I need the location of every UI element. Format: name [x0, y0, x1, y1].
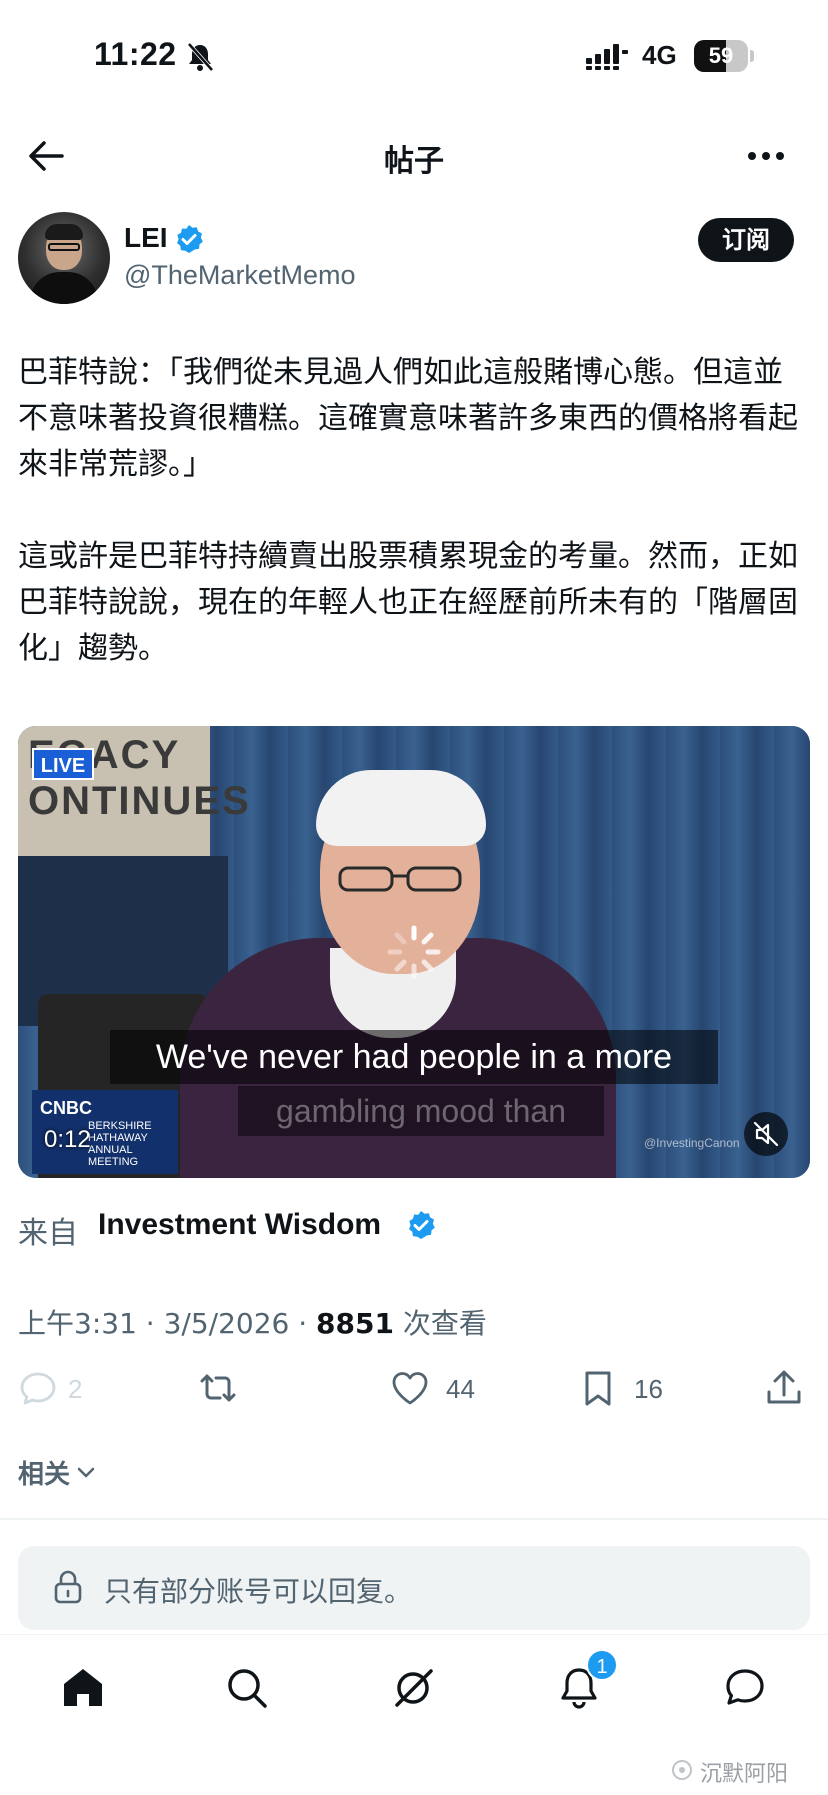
speaker-hair: [316, 770, 486, 846]
status-bar: 11:22 4G 59: [0, 0, 828, 110]
reply-restriction-text: 只有部分账号可以回复。: [104, 1575, 413, 1608]
grok-icon: [395, 1669, 433, 1707]
lock-icon: [54, 1570, 82, 1604]
tab-messages[interactable]: [720, 1663, 770, 1713]
view-suffix: 次查看: [393, 1307, 487, 1340]
live-badge: LIVE: [32, 748, 94, 780]
view-count: 8851: [316, 1307, 394, 1340]
mute-button[interactable]: [744, 1112, 788, 1156]
bookmark-button[interactable]: 16: [578, 1368, 678, 1412]
verified-badge-icon: [409, 1211, 435, 1239]
network-type: 4G: [642, 40, 677, 70]
video-caption: We've never had people in a more: [110, 1030, 718, 1084]
speaker-muted-icon: [753, 1121, 779, 1147]
like-button[interactable]: 44: [390, 1368, 500, 1412]
reply-icon: [20, 1372, 56, 1405]
loading-spinner-icon: [387, 925, 441, 979]
author-handle[interactable]: @TheMarketMemo: [124, 260, 355, 291]
battery-level: 59: [708, 43, 734, 68]
subscribe-button[interactable]: 订阅: [698, 218, 794, 262]
bookmark-icon: [585, 1371, 611, 1406]
cnbc-logo: CNBC: [40, 1098, 92, 1118]
source-name[interactable]: Investment Wisdom: [98, 1208, 381, 1242]
retweet-button[interactable]: [198, 1368, 248, 1412]
home-icon: [64, 1669, 102, 1706]
like-icon: [392, 1372, 428, 1405]
related-toggle[interactable]: 相关: [18, 1454, 70, 1491]
messages-icon: [726, 1669, 764, 1705]
reply-restriction-box: 只有部分账号可以回复。: [18, 1546, 810, 1630]
post-timestamp: 上午3:31 · 3/5/2026 ·: [18, 1307, 317, 1340]
avatar[interactable]: [18, 212, 110, 304]
video-caption-faded: gambling mood than: [238, 1086, 604, 1136]
share-icon: [767, 1370, 801, 1404]
like-count: 44: [446, 1374, 475, 1404]
search-icon: [228, 1669, 267, 1708]
reply-button[interactable]: 2: [18, 1368, 98, 1412]
divider: [0, 1518, 828, 1520]
bookmark-count: 16: [634, 1374, 663, 1404]
tab-grok[interactable]: [388, 1663, 438, 1713]
video-duration: 0:12: [44, 1126, 91, 1153]
post-paragraph: 巴菲特說：「我們從未見過人們如此這般賭博心態。但這並不意味著投資很糟糕。這確實意…: [18, 355, 798, 482]
action-bar: 2 44 16: [0, 1360, 828, 1420]
page-title: 帖子: [384, 144, 444, 179]
post-meta: 上午3:31 · 3/5/2026 · 8851 次查看: [18, 1302, 487, 1342]
reply-count: 2: [68, 1374, 83, 1404]
watermark-logo-icon: [672, 1760, 692, 1780]
bell-off-icon: [187, 42, 214, 72]
share-button[interactable]: [764, 1368, 808, 1412]
post-header: 帖子: [0, 118, 828, 194]
tab-home[interactable]: [58, 1663, 108, 1713]
speaker-glasses: [338, 866, 462, 892]
signal-icon: [586, 44, 628, 70]
retweet-icon: [200, 1374, 236, 1402]
post-paragraph: 這或許是巴菲特持續賣出股票積累現金的考量。然而，正如巴菲特說說，現在的年輕人也正…: [18, 539, 798, 666]
cnbc-subtitle: BERKSHIRE HATHAWAY ANNUAL MEETING: [88, 1120, 152, 1168]
video-player[interactable]: EGACY ONTINUES LIVE We've never had peop…: [18, 726, 810, 1178]
tab-search[interactable]: [222, 1663, 272, 1713]
more-dots-icon[interactable]: [744, 136, 788, 176]
author-name[interactable]: LEI: [124, 222, 168, 254]
post-text: 巴菲特說：「我們從未見過人們如此這般賭博心態。但這並不意味著投資很糟糕。這確實意…: [18, 350, 798, 718]
source-label: 来自: [18, 1216, 78, 1251]
banner-line-2: ONTINUES: [28, 779, 251, 823]
video-watermark: @InvestingCanon: [644, 1136, 740, 1150]
notification-badge: 1: [586, 1649, 618, 1681]
status-time: 11:22: [94, 36, 177, 72]
chevron-down-icon[interactable]: [76, 1462, 96, 1482]
verified-badge-icon: [177, 225, 203, 253]
watermark-text: 沉默阿阳: [700, 1762, 789, 1787]
battery-icon: 59: [694, 40, 754, 72]
